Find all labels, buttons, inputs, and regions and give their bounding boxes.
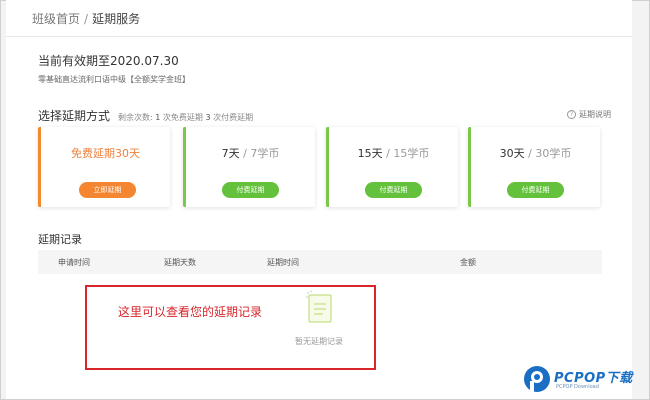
- remaining-count: 剩余次数: 1 次免费延期 3 次付费延期: [118, 112, 253, 123]
- breadcrumb: 班级首页 / 延期服务: [32, 10, 140, 27]
- watermark-sub: PCPOP Download: [556, 384, 599, 390]
- validity-text: 当前有效期至2020.07.30: [38, 54, 179, 68]
- option-card-7-days[interactable]: 7天 / 7学币 付费延期: [183, 127, 315, 207]
- annotation-highlight-box: [85, 285, 376, 370]
- course-name: 零基础直达流利口语中级【全额奖学金班】: [38, 75, 190, 84]
- paid-count: 3: [205, 113, 211, 122]
- header-divider: [6, 36, 632, 37]
- breadcrumb-separator: /: [84, 11, 89, 26]
- column-extension-time: 延期时间: [267, 258, 299, 267]
- option-days: 7天: [221, 147, 240, 160]
- option-card-15-days[interactable]: 15天 / 15学币 付费延期: [326, 127, 458, 207]
- records-title: 延期记录: [38, 233, 82, 246]
- extend-now-button[interactable]: 立即延期: [79, 182, 136, 198]
- remaining-label: 剩余次数:: [118, 113, 153, 122]
- option-card-30-days[interactable]: 30天 / 30学币 付费延期: [468, 127, 600, 207]
- extension-title: 选择延期方式: [38, 109, 111, 123]
- option-title: 7天 / 7学币: [186, 145, 315, 161]
- paid-extend-button[interactable]: 付费延期: [222, 182, 279, 198]
- option-price: / 30学币: [528, 147, 572, 160]
- column-amount: 金额: [460, 258, 476, 267]
- paid-extend-button[interactable]: 付费延期: [365, 182, 422, 198]
- pcpop-logo-icon: [524, 366, 550, 393]
- paid-extend-button[interactable]: 付费延期: [507, 182, 564, 198]
- extension-section-title: 选择延期方式 剩余次数: 1 次免费延期 3 次付费延期: [38, 107, 253, 124]
- column-extension-days: 延期天数: [164, 258, 196, 267]
- option-days: 15天: [357, 147, 383, 160]
- option-price: / 15学币: [386, 147, 430, 160]
- option-title: 30天 / 30学币: [471, 145, 600, 161]
- breadcrumb-home-link[interactable]: 班级首页: [32, 10, 80, 27]
- paid-count-text: 次付费延期: [213, 113, 254, 122]
- option-title: 免费延期30天: [41, 145, 170, 161]
- option-card-free-30[interactable]: 免费延期30天 立即延期: [38, 127, 170, 207]
- free-count-text: 次免费延期: [162, 113, 203, 122]
- question-icon: ?: [567, 110, 576, 119]
- option-days: 免费延期30天: [71, 147, 140, 160]
- annotation-text: 这里可以查看您的延期记录: [118, 305, 263, 319]
- option-days: 30天: [499, 147, 525, 160]
- option-price: / 7学币: [243, 147, 280, 160]
- help-label: 延期说明: [579, 110, 611, 119]
- option-title: 15天 / 15学币: [329, 145, 458, 161]
- extension-help-link[interactable]: ? 延期说明: [567, 109, 611, 120]
- breadcrumb-current: 延期服务: [92, 12, 141, 26]
- watermark-logo: PCPOP下载 PCPOP Download: [522, 362, 650, 398]
- free-count: 1: [155, 113, 161, 122]
- column-apply-time: 申请时间: [58, 258, 90, 267]
- records-table-header: 申请时间 延期天数 延期时间 金额: [38, 250, 602, 274]
